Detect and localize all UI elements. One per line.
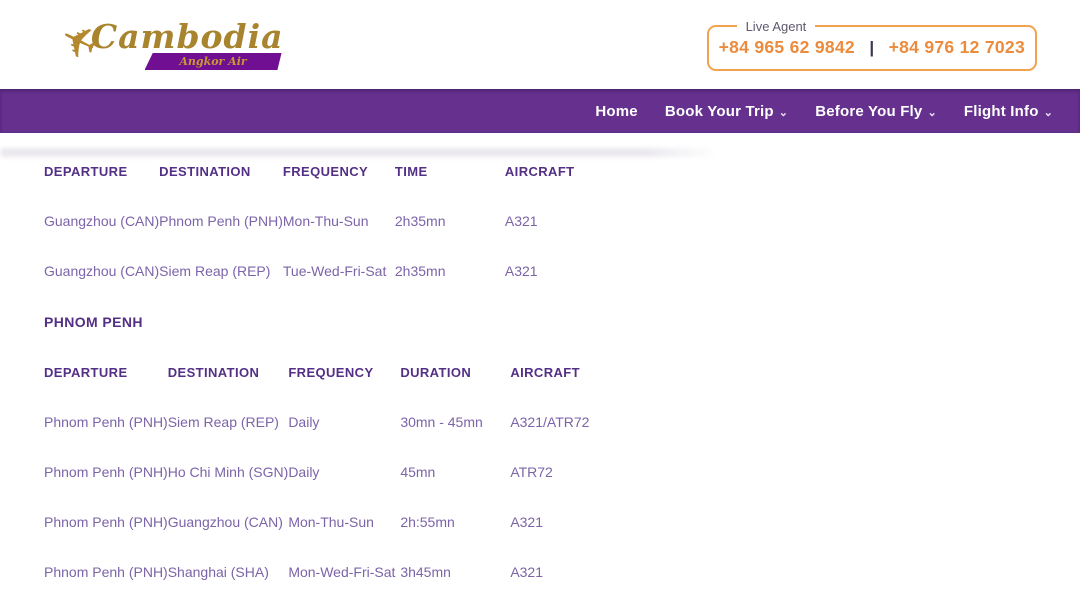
nav-item-home[interactable]: Home	[595, 103, 637, 120]
column-header-duration: DURATION	[400, 347, 510, 397]
destination-cell: Phnom Penh (PNH)	[159, 196, 283, 246]
table-row: Phnom Penh (PNH) Ho Chi Minh (SGN) Daily…	[44, 447, 1010, 497]
column-header-destination: DESTINATION	[159, 146, 283, 196]
nav-item-book-your-trip[interactable]: Book Your Trip ⌄	[665, 103, 788, 120]
table-row: Phnom Penh (PNH) Siem Reap (REP) Daily 3…	[44, 397, 1010, 447]
table-header-row: DEPARTURE DESTINATION FREQUENCY TIME AIR…	[44, 146, 1005, 196]
column-header-departure: DEPARTURE	[44, 347, 168, 397]
phone-numbers: +84 965 62 9842 | +84 976 12 7023	[719, 37, 1025, 58]
logo-text: Cambodia Angkor Air	[91, 19, 284, 70]
destination-cell: Ho Chi Minh (SGN)	[168, 447, 289, 497]
nav-item-label: Book Your Trip	[665, 103, 774, 120]
nav-item-before-you-fly[interactable]: Before You Fly ⌄	[815, 103, 937, 120]
destination-cell: Siem Reap (REP)	[168, 397, 289, 447]
departure-cell: Phnom Penh (PNH)	[44, 497, 168, 547]
departure-cell: Guangzhou (CAN)	[44, 246, 159, 296]
column-header-aircraft: AIRCRAFT	[505, 146, 1005, 196]
column-header-frequency: FREQUENCY	[288, 347, 400, 397]
destination-cell: Guangzhou (CAN)	[168, 497, 289, 547]
departure-cell: Guangzhou (CAN)	[44, 196, 159, 246]
phone-number-1[interactable]: +84 965 62 9842	[719, 37, 855, 57]
column-header-aircraft: AIRCRAFT	[510, 347, 1010, 397]
chevron-down-icon: ⌄	[779, 106, 788, 119]
flight-schedule-table-guangzhou: DEPARTURE DESTINATION FREQUENCY TIME AIR…	[44, 146, 1005, 296]
chevron-down-icon: ⌄	[1044, 106, 1053, 119]
frequency-cell: Daily	[288, 447, 400, 497]
table-row: Phnom Penh (PNH) Guangzhou (CAN) Mon-Thu…	[44, 497, 1010, 547]
duration-cell: 45mn	[400, 447, 510, 497]
departure-cell: Phnom Penh (PNH)	[44, 447, 168, 497]
logo-banner: Angkor Air	[145, 53, 282, 70]
section-title-phnom-penh: PHNOM PENH	[44, 296, 1080, 347]
live-agent-label: Live Agent	[737, 19, 816, 34]
column-header-frequency: FREQUENCY	[283, 146, 395, 196]
destination-cell: Shanghai (SHA)	[168, 547, 289, 597]
nav-item-flight-info[interactable]: Flight Info ⌄	[964, 103, 1053, 120]
table-row: Guangzhou (CAN) Phnom Penh (PNH) Mon-Thu…	[44, 196, 1005, 246]
column-header-time: TIME	[395, 146, 505, 196]
flight-schedule-content: DEPARTURE DESTINATION FREQUENCY TIME AIR…	[0, 146, 1080, 597]
time-cell: 2h35mn	[395, 246, 505, 296]
column-header-departure: DEPARTURE	[44, 146, 159, 196]
logo-brand-text: Cambodia	[91, 19, 284, 55]
chevron-down-icon: ⌄	[927, 106, 936, 119]
aircraft-cell: A321	[505, 196, 1005, 246]
departure-cell: Phnom Penh (PNH)	[44, 397, 168, 447]
aircraft-cell: A321/ATR72	[510, 397, 1010, 447]
duration-cell: 2h:55mn	[400, 497, 510, 547]
frequency-cell: Mon-Thu-Sun	[288, 497, 400, 547]
duration-cell: 30mn - 45mn	[400, 397, 510, 447]
main-nav: Home Book Your Trip ⌄ Before You Fly ⌄ F…	[0, 89, 1080, 133]
aircraft-cell: ATR72	[510, 447, 1010, 497]
site-header: ✈ Cambodia Angkor Air Live Agent +84 965…	[0, 0, 1080, 89]
frequency-cell: Mon-Wed-Fri-Sat	[288, 547, 400, 597]
aircraft-cell: A321	[510, 547, 1010, 597]
live-agent-box: Live Agent +84 965 62 9842 | +84 976 12 …	[707, 19, 1037, 71]
aircraft-cell: A321	[510, 497, 1010, 547]
aircraft-cell: A321	[505, 246, 1005, 296]
time-cell: 2h35mn	[395, 196, 505, 246]
nav-item-label: Flight Info	[964, 103, 1039, 120]
frequency-cell: Tue-Wed-Fri-Sat	[283, 246, 395, 296]
table-row: Phnom Penh (PNH) Shanghai (SHA) Mon-Wed-…	[44, 547, 1010, 597]
duration-cell: 3h45mn	[400, 547, 510, 597]
logo-subbrand-text: Angkor Air	[179, 54, 246, 69]
frequency-cell: Daily	[288, 397, 400, 447]
frequency-cell: Mon-Thu-Sun	[283, 196, 395, 246]
destination-cell: Siem Reap (REP)	[159, 246, 283, 296]
table-header-row: DEPARTURE DESTINATION FREQUENCY DURATION…	[44, 347, 1010, 397]
phone-number-2[interactable]: +84 976 12 7023	[889, 37, 1025, 57]
table-row: Guangzhou (CAN) Siem Reap (REP) Tue-Wed-…	[44, 246, 1005, 296]
column-header-destination: DESTINATION	[168, 347, 289, 397]
nav-item-label: Before You Fly	[815, 103, 922, 120]
logo[interactable]: ✈ Cambodia Angkor Air	[60, 19, 284, 70]
departure-cell: Phnom Penh (PNH)	[44, 547, 168, 597]
nav-item-label: Home	[595, 103, 637, 120]
flight-schedule-table-phnom-penh: DEPARTURE DESTINATION FREQUENCY DURATION…	[44, 347, 1010, 597]
phone-separator: |	[859, 38, 884, 57]
